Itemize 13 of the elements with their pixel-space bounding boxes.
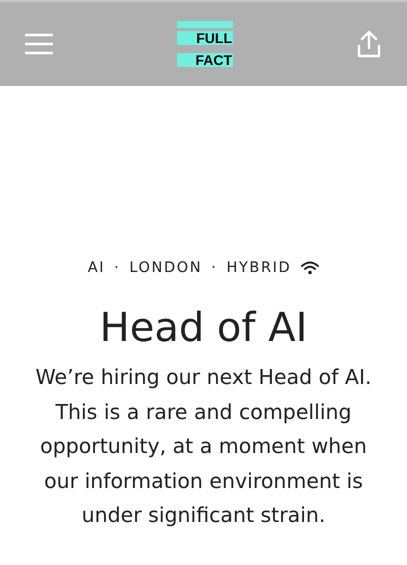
separator-dot: ·: [114, 260, 120, 276]
job-tag: LONDON: [129, 260, 202, 276]
menu-icon: [25, 33, 53, 55]
share-icon: [357, 30, 381, 58]
intro-paragraph: We’re hiring our next Head of AI. This is a rare and compelling opportunity, at a moment when our information environment is under significant strain.: [34, 364, 373, 529]
job-tag: AI: [88, 260, 106, 276]
logo[interactable]: FULL FACT: [177, 21, 233, 67]
share-button[interactable]: [357, 30, 381, 58]
job-title: Head of AI: [100, 304, 308, 352]
wifi-icon: [301, 261, 320, 275]
job-tag: HYBRID: [226, 260, 292, 276]
separator-dot: ·: [211, 260, 218, 276]
menu-button[interactable]: [25, 33, 53, 55]
